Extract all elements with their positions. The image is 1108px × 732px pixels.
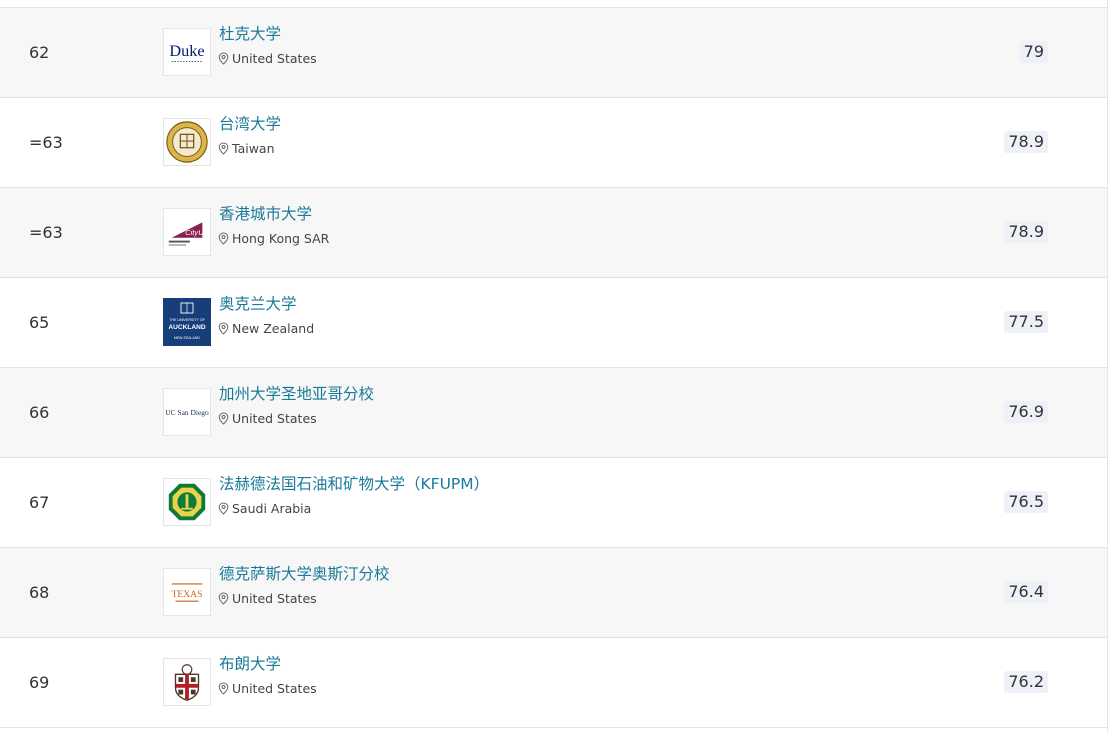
university-name-link[interactable]: 杜克大学 — [219, 24, 281, 44]
location-label: New Zealand — [232, 320, 315, 336]
location-label: United States — [232, 410, 317, 426]
table-row: =63 台湾大学 Taiwan 78.9 — [0, 98, 1107, 188]
rank-cell: 68 — [29, 583, 50, 602]
location-label: United States — [232, 590, 317, 606]
location-label: United States — [232, 50, 317, 66]
duke-wordmark: Duke — [169, 41, 204, 60]
location-pin-icon — [218, 51, 229, 65]
rank-cell: 65 — [29, 313, 50, 332]
location-pin-icon — [218, 411, 229, 425]
score-badge: 79 — [1019, 41, 1048, 63]
score-badge: 76.2 — [1004, 671, 1048, 693]
score-badge: 78.9 — [1004, 131, 1048, 153]
location: New Zealand — [218, 320, 314, 336]
table-row: 69 布朗大学 United States 76.2 — [0, 638, 1107, 728]
texas-wordmark: TEXAS — [172, 589, 203, 600]
duke-logo[interactable]: Duke — [163, 28, 211, 76]
score-badge: 76.9 — [1004, 401, 1048, 423]
university-name-link[interactable]: 布朗大学 — [219, 654, 281, 674]
location-pin-icon — [218, 591, 229, 605]
rank-cell: 66 — [29, 403, 50, 422]
location-label: Saudi Arabia — [232, 500, 312, 516]
university-name-link[interactable]: 奥克兰大学 — [219, 294, 297, 314]
location-pin-icon — [218, 231, 229, 245]
auckland-line1: THE UNIVERSITY OF — [169, 318, 205, 322]
location: United States — [218, 680, 317, 696]
location: United States — [218, 590, 317, 606]
ntu-taiwan-logo[interactable] — [163, 118, 211, 166]
cityu-wordmark: CityU — [185, 228, 204, 237]
score-badge: 77.5 — [1004, 311, 1048, 333]
rank-cell: 69 — [29, 673, 50, 692]
location-label: Taiwan — [232, 140, 275, 156]
location: United States — [218, 50, 317, 66]
ut-austin-logo[interactable]: TEXAS — [163, 568, 211, 616]
location: Taiwan — [218, 140, 275, 156]
auckland-logo[interactable]: THE UNIVERSITY OF AUCKLAND NEW ZEALAND — [163, 298, 211, 346]
location-label: United States — [232, 680, 317, 696]
table-row: 67 法赫德法国石油和矿物大学（KFUPM） Saudi Arabia 76.5 — [0, 458, 1107, 548]
ucsd-wordmark: UC San Diego — [165, 408, 209, 417]
rank-cell: =63 — [29, 223, 63, 242]
cityu-logo[interactable]: CityU — [163, 208, 211, 256]
auckland-line3: NEW ZEALAND — [174, 336, 200, 340]
table-row: =63 CityU 香港城市大学 Hong Kong SAR 78.9 — [0, 188, 1107, 278]
kfupm-logo[interactable] — [163, 478, 211, 526]
auckland-line2: AUCKLAND — [168, 324, 206, 331]
rank-cell: =63 — [29, 133, 63, 152]
location: Saudi Arabia — [218, 500, 311, 516]
table-row: 65 THE UNIVERSITY OF AUCKLAND NEW ZEALAN… — [0, 278, 1107, 368]
rank-cell: 62 — [29, 43, 50, 62]
score-badge: 78.9 — [1004, 221, 1048, 243]
location-label: Hong Kong SAR — [232, 230, 330, 246]
score-badge: 76.5 — [1004, 491, 1048, 513]
location-pin-icon — [218, 141, 229, 155]
location: United States — [218, 410, 317, 426]
university-name-link[interactable]: 法赫德法国石油和矿物大学（KFUPM） — [219, 474, 489, 494]
location-pin-icon — [218, 321, 229, 335]
rankings-table: 62 Duke 杜克大学 United States 79 =63 台湾大学 T… — [0, 0, 1108, 732]
university-name-link[interactable]: 加州大学圣地亚哥分校 — [219, 384, 374, 404]
rank-cell: 67 — [29, 493, 50, 512]
university-name-link[interactable]: 香港城市大学 — [219, 204, 312, 224]
location-pin-icon — [218, 681, 229, 695]
table-row: 68 TEXAS 德克萨斯大学奥斯汀分校 United States 76.4 — [0, 548, 1107, 638]
table-row: 66 UC San Diego 加州大学圣地亚哥分校 United States… — [0, 368, 1107, 458]
location-pin-icon — [218, 501, 229, 515]
ucsd-logo[interactable]: UC San Diego — [163, 388, 211, 436]
score-badge: 76.4 — [1004, 581, 1048, 603]
university-name-link[interactable]: 台湾大学 — [219, 114, 281, 134]
brown-logo[interactable] — [163, 658, 211, 706]
table-row: 62 Duke 杜克大学 United States 79 — [0, 8, 1107, 98]
university-name-link[interactable]: 德克萨斯大学奥斯汀分校 — [219, 564, 390, 584]
location: Hong Kong SAR — [218, 230, 329, 246]
